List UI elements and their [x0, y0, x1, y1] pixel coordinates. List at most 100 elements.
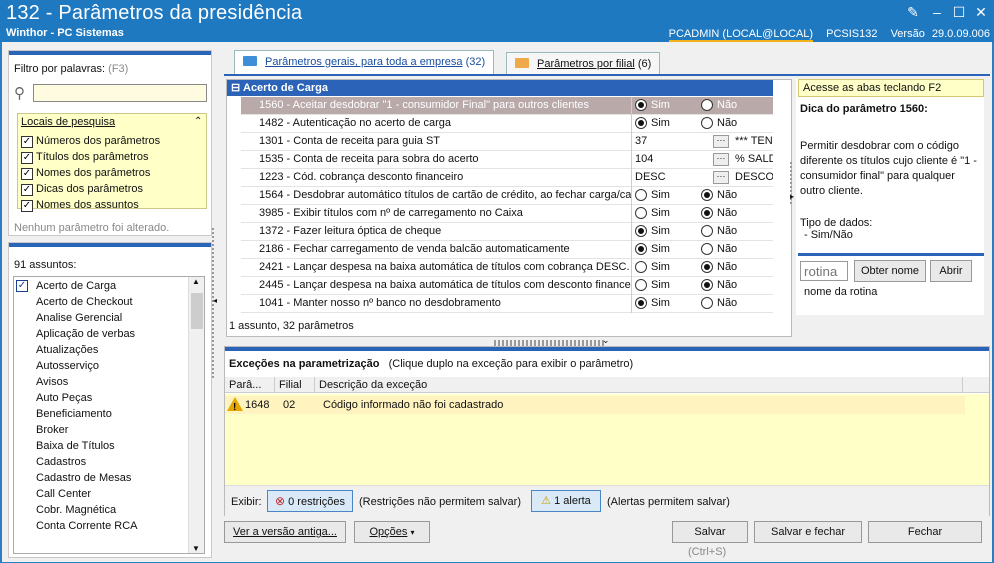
app-window: 132 - Parâmetros da presidência Winthor … [0, 0, 994, 563]
radio-yes[interactable] [635, 99, 647, 111]
minimize-icon[interactable]: ‒ [926, 3, 948, 21]
options-button[interactable]: Opções ▾ [354, 521, 430, 543]
radio-yes[interactable] [635, 297, 647, 309]
radio-no[interactable] [701, 225, 713, 237]
list-item[interactable]: Conta Corrente RCA [36, 518, 138, 534]
param-value[interactable]: 104 [635, 151, 653, 168]
table-row[interactable]: 1301 - Conta de receita para guia ST 37 … [241, 133, 773, 151]
location-checkbox[interactable]: ✓ [21, 152, 33, 164]
list-item[interactable]: Avisos [36, 374, 68, 390]
table-row[interactable]: 3985 - Exibir títulos com nº de carregam… [241, 205, 773, 223]
radio-no[interactable] [701, 207, 713, 219]
param-title: 3985 - Exibir títulos com nº de carregam… [259, 207, 523, 219]
collapse-down-icon[interactable]: ⌄ [602, 335, 610, 346]
edit-icon[interactable]: ✎ [902, 3, 924, 21]
subject-checkbox[interactable]: ✓ [16, 280, 28, 292]
table-row[interactable]: 1535 - Conta de receita para sobra do ac… [241, 151, 773, 169]
restrictions-button[interactable]: ⊗ 0 restrições [267, 490, 353, 512]
scroll-up-icon[interactable]: ▲ [192, 277, 200, 286]
lookup-button[interactable]: ··· [713, 135, 729, 148]
radio-yes[interactable] [635, 243, 647, 255]
list-item[interactable]: Atualizações [36, 342, 98, 358]
list-item[interactable]: Beneficiamento [36, 406, 112, 422]
col-description[interactable]: Descrição da exceção [315, 377, 963, 393]
subjects-list[interactable]: ✓ Acerto de Carga Acerto de Checkout Analis… [13, 276, 205, 554]
list-item[interactable]: Cadastros [36, 454, 86, 470]
table-row[interactable]: 1560 - Aceitar desdobrar "1 - consumidor… [241, 97, 773, 115]
list-item[interactable]: Acerto de Checkout [36, 294, 133, 310]
lookup-button[interactable]: ··· [713, 153, 729, 166]
radio-no[interactable] [701, 117, 713, 129]
table-row[interactable]: 2445 - Lançar despesa na baixa automátic… [241, 277, 773, 295]
exception-row[interactable]: 1648 02 Código informado não foi cadastr… [225, 396, 965, 417]
radio-yes[interactable] [635, 279, 647, 291]
radio-no[interactable] [701, 243, 713, 255]
save-close-button[interactable]: Salvar e fechar [754, 521, 862, 543]
radio-no[interactable] [701, 279, 713, 291]
filter-input[interactable] [33, 84, 207, 102]
radio-yes[interactable] [635, 225, 647, 237]
tab-underline [224, 74, 990, 76]
list-item[interactable]: Aplicação de verbas [36, 326, 135, 342]
alerts-button[interactable]: ⚠ 1 alerta [531, 490, 601, 512]
list-item[interactable]: Broker [36, 422, 68, 438]
table-row[interactable]: 2421 - Lançar despesa na baixa automátic… [241, 259, 773, 277]
table-row[interactable]: 1482 - Autenticação no acerto de carga S… [241, 115, 773, 133]
radio-no[interactable] [701, 261, 713, 273]
param-extra: DESCON [735, 171, 773, 183]
exceptions-columns: Parâ... Filial Descrição da exceção [225, 377, 989, 393]
param-value[interactable]: DESC [635, 169, 666, 186]
radio-no[interactable] [701, 189, 713, 201]
list-item[interactable]: Analise Gerencial [36, 310, 122, 326]
table-row[interactable]: 1223 - Cód. cobrança desconto financeiro… [241, 169, 773, 187]
subjects-scrollbar[interactable]: ▲ ▼ [188, 277, 204, 553]
save-button[interactable]: Salvar [672, 521, 748, 543]
radio-no-label: Não [717, 279, 738, 291]
list-item[interactable]: Acerto de Carga [36, 278, 116, 294]
group-toggle-icon[interactable]: ⊟ [231, 80, 240, 96]
param-value[interactable]: 37 [635, 133, 647, 150]
get-name-button[interactable]: Obter nome [854, 260, 926, 282]
routine-input[interactable] [800, 261, 848, 281]
radio-yes[interactable] [635, 189, 647, 201]
location-checkbox[interactable]: ✓ [21, 136, 33, 148]
collapse-right-icon[interactable]: ▸ [790, 192, 794, 201]
tab-branch[interactable]: Parâmetros por filial (6) [506, 52, 661, 76]
radio-no[interactable] [701, 99, 713, 111]
location-checkbox[interactable]: ✓ [21, 184, 33, 196]
radio-yes[interactable] [635, 261, 647, 273]
list-item[interactable]: Baixa de Títulos [36, 438, 115, 454]
lookup-button[interactable]: ··· [713, 171, 729, 184]
collapse-icon[interactable]: ⌃ [194, 116, 202, 127]
tab-general[interactable]: Parâmetros gerais, para toda a empresa (… [234, 50, 495, 76]
location-label: Nomes dos assuntos [36, 199, 139, 211]
list-item[interactable]: Auto Peças [36, 390, 92, 406]
radio-yes[interactable] [635, 117, 647, 129]
title-bar[interactable]: 132 - Parâmetros da presidência Winthor … [0, 0, 994, 42]
collapse-left-icon[interactable]: ◂ [213, 296, 217, 305]
close-icon[interactable]: ✕ [970, 3, 992, 21]
close-button[interactable]: Fechar [868, 521, 982, 543]
exceptions-filter-bar: Exibir: ⊗ 0 restrições (Restrições não p… [225, 485, 989, 516]
col-filial[interactable]: Filial [275, 377, 315, 393]
maximize-icon[interactable]: ☐ [948, 3, 970, 21]
location-checkbox[interactable]: ✓ [21, 168, 33, 180]
hint-body: Permitir desdobrar com o código diferent… [800, 140, 977, 197]
radio-yes[interactable] [635, 207, 647, 219]
table-row[interactable]: 1041 - Manter nosso nº banco no desdobra… [241, 295, 773, 313]
scroll-thumb[interactable] [191, 293, 203, 329]
location-checkbox[interactable]: ✓ [21, 200, 33, 212]
old-version-button[interactable]: Ver a versão antiga... [224, 521, 346, 543]
list-item[interactable]: Call Center [36, 486, 91, 502]
radio-no[interactable] [701, 297, 713, 309]
grid-group-header[interactable]: ⊟ Acerto de Carga [227, 80, 773, 96]
table-row[interactable]: 1372 - Fazer leitura óptica de cheque Si… [241, 223, 773, 241]
table-row[interactable]: 2186 - Fechar carregamento de venda balc… [241, 241, 773, 259]
list-item[interactable]: Autosserviço [36, 358, 99, 374]
list-item[interactable]: Cadastro de Mesas [36, 470, 131, 486]
scroll-down-icon[interactable]: ▼ [192, 544, 200, 553]
open-button[interactable]: Abrir [930, 260, 972, 282]
table-row[interactable]: 1564 - Desdobrar automático títulos de c… [241, 187, 773, 205]
list-item[interactable]: Cobr. Magnética [36, 502, 116, 518]
col-param[interactable]: Parâ... [225, 377, 275, 393]
